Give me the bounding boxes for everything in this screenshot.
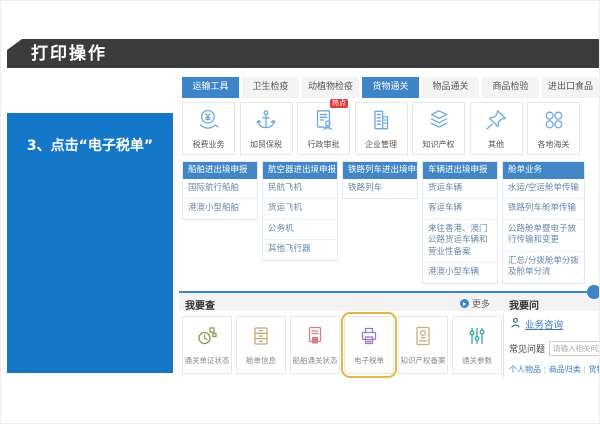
slide-title-bar: 打印操作 xyxy=(7,39,600,68)
query-section-bar: 我要查 更多 我要问 xyxy=(179,291,600,311)
faq-link-personal-items[interactable]: 个人物品 xyxy=(509,365,549,374)
list-item[interactable]: 铁路列车舱单传输 xyxy=(503,199,584,219)
category-label: 加贸保税 xyxy=(250,139,282,150)
category-label: 企业管理 xyxy=(365,139,397,150)
step-instruction: 3、点击“电子税单” xyxy=(7,135,173,155)
category-label: 知识产权 xyxy=(423,139,455,150)
list-item[interactable]: 港澳小型车辆 xyxy=(423,263,497,282)
clock-docs-icon xyxy=(195,324,219,352)
business-consult-link[interactable]: 业务咨询 xyxy=(509,316,600,332)
tab-health-quarantine[interactable]: 卫生检疫 xyxy=(242,77,299,98)
category-row: 税费业务 加贸保税 热点 行政审批 企业管理 知识产权 其他 xyxy=(182,102,580,155)
panel-title: 车辆进出境申报 xyxy=(423,162,497,179)
category-label: 行政审批 xyxy=(308,139,340,150)
document-person-icon xyxy=(311,107,337,137)
list-item[interactable]: 公务机 xyxy=(263,220,337,240)
building-icon xyxy=(368,107,394,137)
pushpin-icon xyxy=(483,107,509,137)
faq-search-input[interactable] xyxy=(549,341,600,356)
tab-animal-plant-quarantine[interactable]: 动植物检疫 xyxy=(302,77,359,98)
stamped-doc-icon xyxy=(303,324,327,352)
panel-vehicle-declaration: 车辆进出境申报 货运车辆 客运车辆 来往香港、澳门公路货运车辆和营业性备案 港澳… xyxy=(422,161,498,284)
more-icon xyxy=(460,299,469,308)
panel-manifest-business: 舱单业务 水运/空运舱单传输 铁路列车舱单传输 公路舱单暨电子放行传输和变更 汇… xyxy=(502,161,585,284)
person-headset-icon xyxy=(509,316,522,332)
category-label: 各地海关 xyxy=(538,139,570,150)
layers-icon xyxy=(426,107,452,137)
faq-link-commodity-classification[interactable]: 商品归类 xyxy=(549,365,589,374)
category-admin-approval[interactable]: 热点 行政审批 xyxy=(297,102,350,155)
declaration-panels: 船舶进出境申报 国际航行船舶 港澳小型船舶 航空器进出境申报 民航飞机 货运飞机… xyxy=(182,161,585,284)
list-item[interactable]: 货运车辆 xyxy=(423,179,497,199)
panel-title: 舱单业务 xyxy=(503,162,584,179)
yuan-hand-icon xyxy=(196,107,222,137)
tab-articles-clearance[interactable]: 物品通关 xyxy=(422,77,479,98)
certificate-icon xyxy=(411,324,435,352)
faq-link-cargo-declaration[interactable]: 货物申报 xyxy=(589,365,600,374)
panel-ship-declaration: 船舶进出境申报 国际航行船舶 港澳小型船舶 xyxy=(182,161,258,220)
portal-screenshot: 运输工具 卫生检疫 动植物检疫 货物通关 物品通关 商品检验 进出口食品 税费业… xyxy=(179,75,600,393)
tab-commodity-inspection[interactable]: 商品检验 xyxy=(482,77,539,98)
query-label: 船舶通关状态 xyxy=(293,355,338,366)
tab-cargo-clearance[interactable]: 货物通关 xyxy=(362,77,419,98)
tab-import-export-food[interactable]: 进出口食品 xyxy=(542,77,599,98)
step-panel: 3、点击“电子税单” xyxy=(7,113,173,373)
panel-title: 航空器进出境申报 xyxy=(263,162,337,179)
more-button[interactable]: 更多 xyxy=(460,297,490,310)
ask-section-title: 我要问 xyxy=(509,297,539,312)
query-label: 电子税单 xyxy=(354,355,384,366)
anchor-icon xyxy=(253,107,279,137)
panel-title: 铁路列车进出境申报 xyxy=(343,162,417,179)
slide-title: 打印操作 xyxy=(7,39,600,69)
faq-quick-links: 个人物品商品归类货物申报 xyxy=(509,364,600,375)
query-manifest-info[interactable]: 舱单信息 xyxy=(236,316,286,374)
query-label: 舱单信息 xyxy=(246,355,276,366)
top-tab-bar: 运输工具 卫生检疫 动植物检疫 货物通关 物品通关 商品检验 进出口食品 xyxy=(182,77,599,98)
query-ip-record[interactable]: 知识产权备案 xyxy=(398,316,448,374)
query-clearance-status[interactable]: 通关单证状态 xyxy=(182,316,232,374)
list-item[interactable]: 水运/空运舱单传输 xyxy=(503,179,584,199)
cabinet-icon xyxy=(249,324,273,352)
list-item[interactable]: 公路舱单暨电子放行传输和变更 xyxy=(503,220,584,252)
query-icon-row: 通关单证状态 舱单信息 船舶通关状态 电子税单 xyxy=(182,316,502,374)
list-item[interactable]: 港澳小型船舶 xyxy=(183,199,257,218)
sliders-icon xyxy=(465,324,489,352)
category-processing-trade[interactable]: 加贸保税 xyxy=(240,102,293,155)
panel-aircraft-declaration: 航空器进出境申报 民航飞机 货运飞机 公务机 其他飞行器 xyxy=(262,161,338,261)
query-label: 通关单证状态 xyxy=(185,355,230,366)
category-ip[interactable]: 知识产权 xyxy=(412,102,465,155)
category-tax-fees[interactable]: 税费业务 xyxy=(182,102,235,155)
list-item[interactable]: 货运飞机 xyxy=(263,199,337,219)
query-label: 知识产权备案 xyxy=(401,355,446,366)
four-circles-icon xyxy=(541,107,567,137)
query-clearance-params[interactable]: 通关参数 xyxy=(452,316,502,374)
tab-transport-tools[interactable]: 运输工具 xyxy=(182,77,239,98)
list-item[interactable]: 客运车辆 xyxy=(423,199,497,219)
category-label: 税费业务 xyxy=(193,139,225,150)
list-item[interactable]: 民航飞机 xyxy=(263,179,337,199)
query-label: 通关参数 xyxy=(462,355,492,366)
ask-section: 业务咨询 常见问题 个人物品商品归类货物申报 xyxy=(509,316,600,375)
category-label: 其他 xyxy=(488,139,504,150)
query-section-title: 我要查 xyxy=(185,297,215,312)
floating-more-button[interactable] xyxy=(587,285,600,299)
query-etax-bill[interactable]: 电子税单 xyxy=(344,316,394,374)
list-item[interactable]: 铁路列车 xyxy=(343,179,417,198)
category-enterprise-mgmt[interactable]: 企业管理 xyxy=(355,102,408,155)
vertical-divider xyxy=(503,314,504,378)
panel-title: 船舶进出境申报 xyxy=(183,162,257,179)
panel-railway-declaration: 铁路列车进出境申报 铁路列车 xyxy=(342,161,418,199)
tutorial-slide: 打印操作 3、点击“电子税单” 运输工具 卫生检疫 动植物检疫 货物通关 物品通… xyxy=(0,0,600,424)
category-other[interactable]: 其他 xyxy=(470,102,523,155)
faq-label: 常见问题 xyxy=(509,342,545,355)
hot-badge: 热点 xyxy=(330,99,348,108)
list-item[interactable]: 其他飞行器 xyxy=(263,240,337,259)
printer-icon xyxy=(357,324,381,352)
query-vessel-status[interactable]: 船舶通关状态 xyxy=(290,316,340,374)
list-item[interactable]: 来往香港、澳门公路货运车辆和营业性备案 xyxy=(423,220,497,263)
list-item[interactable]: 汇总/分拨舱单分拨及舱单分流 xyxy=(503,252,584,283)
category-regional-customs[interactable]: 各地海关 xyxy=(527,102,580,155)
list-item[interactable]: 国际航行船舶 xyxy=(183,179,257,199)
faq-row: 常见问题 xyxy=(509,341,600,356)
